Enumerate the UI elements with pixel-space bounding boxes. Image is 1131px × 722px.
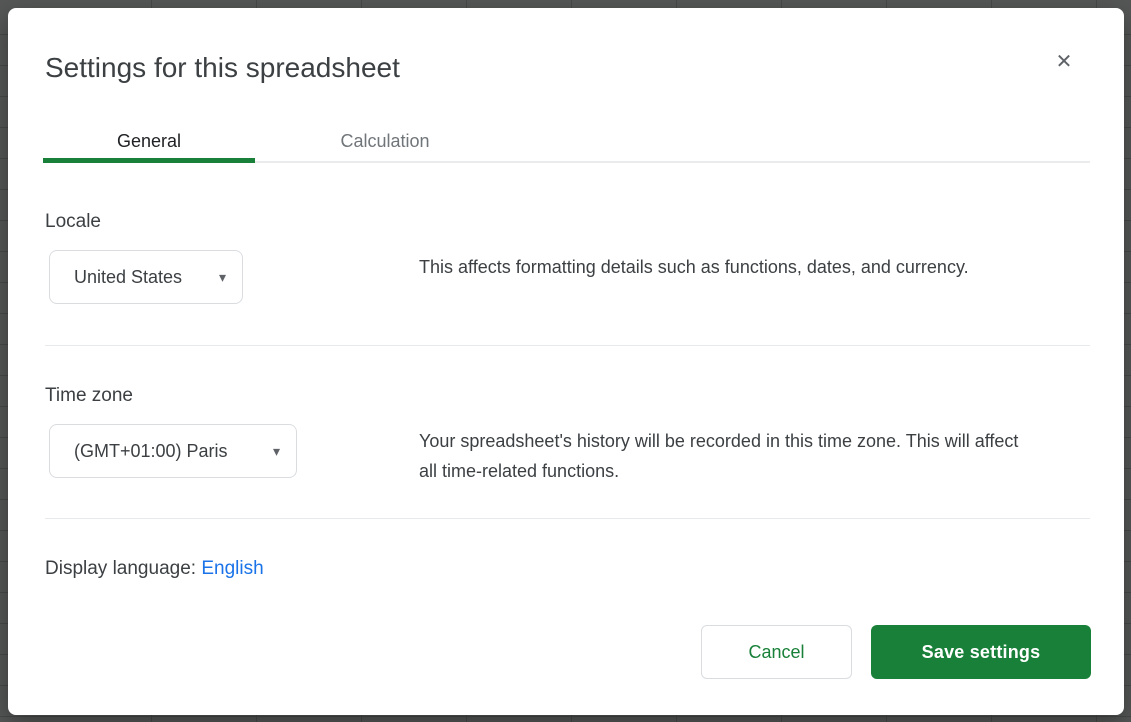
timezone-label: Time zone	[45, 385, 133, 407]
section-divider	[45, 518, 1090, 519]
page-title: Settings for this spreadsheet	[45, 52, 400, 84]
dropdown-arrow-icon: ▾	[219, 270, 226, 284]
display-language-row: Display language: English	[45, 558, 264, 580]
locale-selected-value: United States	[74, 267, 182, 288]
section-divider	[45, 345, 1090, 346]
tab-general-label: General	[117, 131, 181, 152]
display-language-label: Display language:	[45, 558, 201, 579]
tab-bar: General Calculation	[43, 119, 515, 163]
close-icon: ✕	[1056, 52, 1073, 72]
locale-dropdown[interactable]: United States ▾	[49, 250, 243, 304]
locale-label: Locale	[45, 211, 101, 233]
active-tab-indicator	[43, 158, 255, 163]
tab-general[interactable]: General	[43, 119, 255, 163]
display-language-link[interactable]: English	[201, 558, 263, 579]
dialog-footer: Cancel Save settings	[701, 625, 1091, 679]
dropdown-arrow-icon: ▾	[273, 444, 280, 458]
timezone-dropdown[interactable]: (GMT+01:00) Paris ▾	[49, 424, 297, 478]
timezone-description: Your spreadsheet's history will be recor…	[419, 426, 1034, 486]
save-settings-button[interactable]: Save settings	[871, 625, 1091, 679]
timezone-selected-value: (GMT+01:00) Paris	[74, 441, 228, 462]
settings-dialog: Settings for this spreadsheet ✕ General …	[8, 8, 1124, 715]
tab-calculation[interactable]: Calculation	[255, 119, 515, 163]
close-button[interactable]: ✕	[1048, 46, 1080, 78]
locale-description: This affects formatting details such as …	[419, 252, 1034, 282]
cancel-button[interactable]: Cancel	[701, 625, 852, 679]
tab-calculation-label: Calculation	[340, 131, 429, 152]
